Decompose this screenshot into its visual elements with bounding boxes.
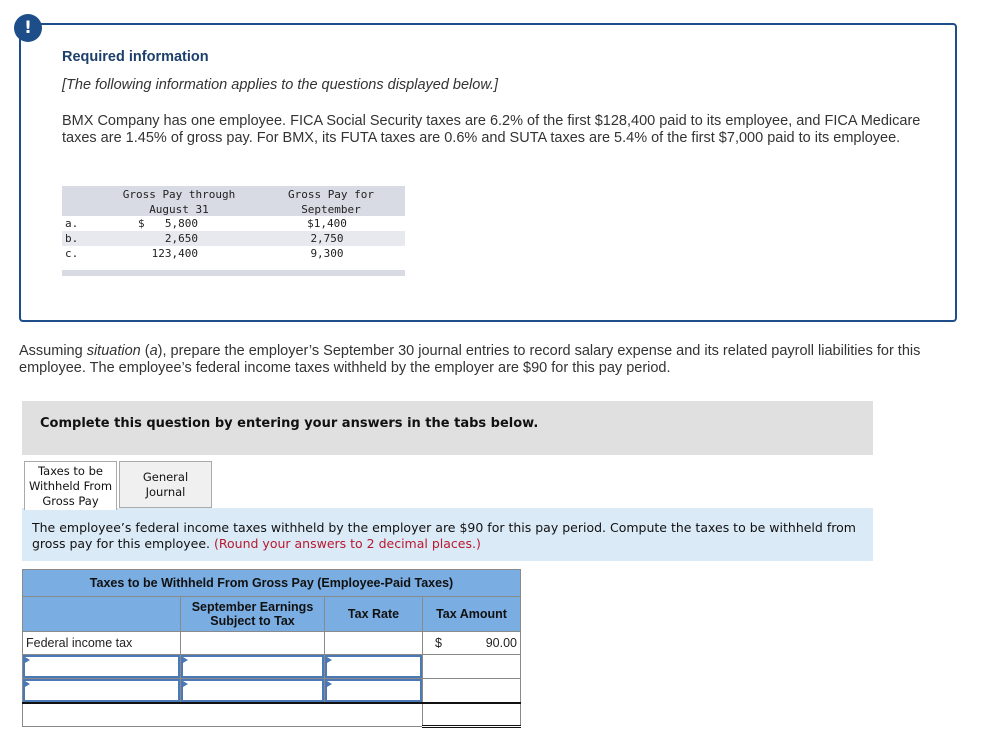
header-line: August 31 bbox=[149, 203, 209, 216]
tab-label: Taxes to be Withheld From Gross Pay bbox=[28, 463, 113, 508]
table-title: Taxes to be Withheld From Gross Pay (Emp… bbox=[22, 569, 521, 597]
gross-pay-september: 9,300 bbox=[310, 247, 344, 260]
instructions-text: Complete this question by entering your … bbox=[40, 416, 539, 431]
tax-amount-cell bbox=[422, 654, 521, 679]
header-gross-pay-september: Gross Pay for September bbox=[277, 187, 385, 217]
gross-pay-table-footer bbox=[62, 270, 405, 276]
row-label-federal-income-tax: Federal income tax bbox=[22, 631, 181, 655]
column-header-tax-rate: Tax Rate bbox=[324, 596, 423, 632]
prompt-panel: The employee’s federal income taxes with… bbox=[22, 508, 873, 561]
tab-general-journal[interactable]: General Journal bbox=[119, 461, 212, 508]
tax-rate-input[interactable] bbox=[325, 655, 422, 678]
tax-rate-cell bbox=[324, 654, 423, 679]
gross-pay-september: $1,400 bbox=[307, 217, 347, 230]
total-row bbox=[22, 702, 521, 728]
table-row bbox=[22, 654, 521, 679]
column-header-tax-amount: Tax Amount bbox=[422, 596, 521, 632]
gross-pay-table: Gross Pay through August 31 Gross Pay fo… bbox=[62, 186, 405, 276]
header-line: September bbox=[301, 203, 361, 216]
instructions-banner: Complete this question by entering your … bbox=[22, 401, 873, 455]
question-text: Assuming situation (a), prepare the empl… bbox=[19, 343, 959, 377]
column-header-description bbox=[22, 596, 181, 632]
tax-description-dropdown[interactable] bbox=[23, 655, 180, 678]
gross-pay-september: 2,750 bbox=[310, 232, 344, 245]
tax-description-dropdown[interactable] bbox=[23, 679, 180, 702]
required-information-title: Required information bbox=[62, 49, 209, 65]
gross-pay-table-header: Gross Pay through August 31 Gross Pay fo… bbox=[62, 186, 405, 216]
gross-pay-row: c. 123,400 9,300 bbox=[62, 246, 405, 261]
total-amount-cell bbox=[422, 702, 521, 728]
row-label: b. bbox=[65, 232, 79, 245]
gross-pay-through-august: 123,400 bbox=[151, 247, 198, 260]
information-note: [The following information applies to th… bbox=[62, 77, 499, 93]
earnings-input[interactable] bbox=[181, 655, 324, 678]
description-cell bbox=[22, 678, 181, 704]
taxes-withheld-table: Taxes to be Withheld From Gross Pay (Emp… bbox=[22, 569, 521, 728]
total-label-cell bbox=[22, 702, 423, 727]
earnings-cell bbox=[180, 631, 325, 655]
required-information-panel bbox=[19, 23, 957, 322]
question-italic-a: a bbox=[149, 343, 158, 359]
tax-rate-input[interactable] bbox=[325, 679, 422, 702]
earnings-cell bbox=[180, 678, 325, 704]
currency-symbol: $ bbox=[435, 636, 442, 650]
question-prefix: Assuming bbox=[19, 343, 87, 359]
header-gross-pay-through-august: Gross Pay through August 31 bbox=[74, 187, 284, 217]
description-cell bbox=[22, 654, 181, 679]
tab-label: General Journal bbox=[142, 469, 189, 499]
earnings-input[interactable] bbox=[181, 679, 324, 702]
column-header-earnings: September Earnings Subject to Tax bbox=[180, 596, 325, 632]
gross-pay-through-august: 2,650 bbox=[164, 232, 198, 245]
tax-amount-value: 90.00 bbox=[485, 636, 517, 650]
tab-taxes-withheld[interactable]: Taxes to be Withheld From Gross Pay bbox=[24, 461, 117, 510]
gross-pay-row: b. 2,650 2,750 bbox=[62, 231, 405, 246]
tax-amount-cell bbox=[422, 678, 521, 704]
table-row: Federal income tax $ 90.00 bbox=[22, 631, 521, 655]
question-mid: ( bbox=[140, 343, 150, 359]
earnings-cell bbox=[180, 654, 325, 679]
row-label: a. bbox=[65, 217, 79, 230]
gross-pay-through-august: 5,800 bbox=[164, 217, 198, 230]
prompt-text: The employee’s federal income taxes with… bbox=[32, 520, 867, 552]
information-body: BMX Company has one employee. FICA Socia… bbox=[62, 113, 921, 146]
gross-pay-row: a. $ 5,800 $1,400 bbox=[62, 216, 405, 231]
table-row bbox=[22, 678, 521, 704]
header-line: Gross Pay through bbox=[122, 188, 236, 201]
row-label: c. bbox=[65, 247, 79, 260]
alert-icon: ! bbox=[14, 14, 42, 42]
tax-rate-cell bbox=[324, 678, 423, 704]
question-italic-situation: situation bbox=[86, 343, 141, 359]
rounding-note: (Round your answers to 2 decimal places.… bbox=[214, 536, 481, 551]
tax-amount-cell: $ 90.00 bbox=[422, 631, 521, 655]
header-line: Gross Pay for bbox=[287, 188, 375, 201]
tax-rate-cell bbox=[324, 631, 423, 655]
